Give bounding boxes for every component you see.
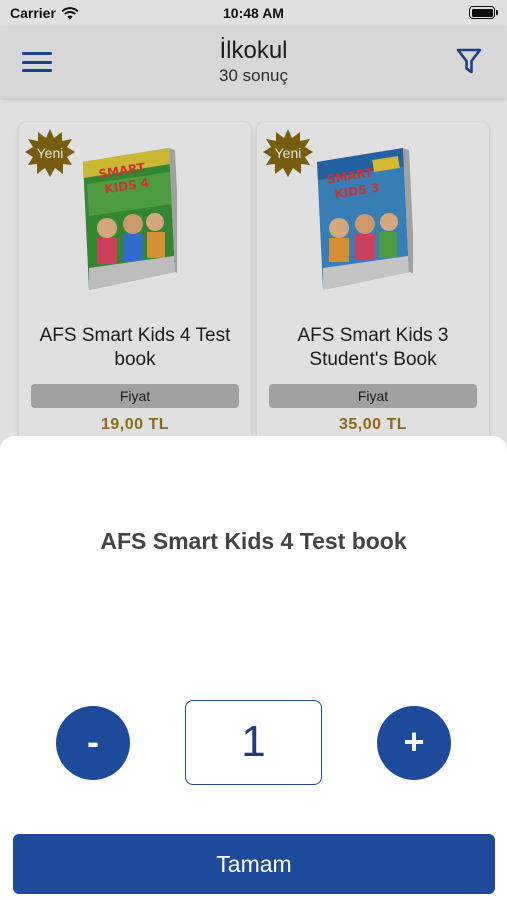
- decrease-quantity-button[interactable]: -: [56, 706, 130, 780]
- confirm-button[interactable]: Tamam: [13, 834, 495, 894]
- quantity-sheet: AFS Smart Kids 4 Test book - 1 + Tamam: [0, 436, 507, 900]
- quantity-field[interactable]: 1: [185, 700, 322, 785]
- increase-quantity-button[interactable]: +: [377, 706, 451, 780]
- sheet-product-title: AFS Smart Kids 4 Test book: [100, 528, 407, 554]
